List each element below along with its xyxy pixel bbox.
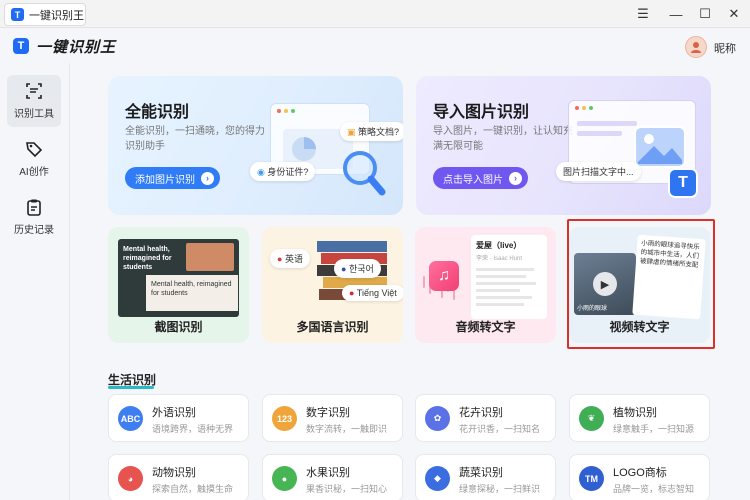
button-label: 添加图片识别	[135, 174, 195, 186]
sidebar-item-label: AI创作	[19, 167, 49, 178]
lang-tag-english: ● 英语	[270, 249, 310, 268]
tool-name: 花卉识别	[459, 407, 503, 419]
tool-vegetable[interactable]: ◆ 蔬菜识别 绿意探秘，一扫鲜识	[415, 454, 556, 500]
title-bar: T 一键识别王 ☰ — ☐ ✕	[0, 0, 750, 28]
tool-desc: 数字流转，一触即识	[306, 424, 388, 434]
app-title: 一键识别王	[36, 39, 117, 56]
tool-name: 外语识别	[152, 407, 196, 419]
doc-hint-pill: ▣ 策略文档?	[340, 122, 403, 141]
pie-chart-icon	[292, 137, 316, 161]
lyrics-sheet: 爱屋（live） 李荣 · Isaac Hunt	[471, 235, 547, 319]
all-purpose-recognition-card[interactable]: 全能识别 全能识别，一扫通晓，您的得力识别助手 添加图片识别 › ▣ 策略文档?…	[108, 76, 403, 215]
card-title: 导入图片识别	[433, 104, 530, 121]
tool-foreign-language[interactable]: ABC 外语识别 语境跨界，语种无界	[108, 394, 249, 442]
tool-name: 植物识别	[613, 407, 657, 419]
fruit-icon: ●	[272, 466, 297, 491]
tool-name: 蔬菜识别	[459, 467, 503, 479]
main-content: 全能识别 全能识别，一扫通晓，您的得力识别助手 添加图片识别 › ▣ 策略文档?…	[70, 63, 750, 500]
image-icon	[634, 126, 686, 168]
vegetable-icon: ◆	[425, 466, 450, 491]
tool-desc: 语境跨界，语种无界	[152, 424, 234, 434]
app-logo-icon: T	[13, 38, 29, 54]
selection-highlight	[567, 219, 715, 349]
flower-icon: ✿	[425, 406, 450, 431]
scanning-hint-pill: 图片扫描文字中...	[556, 162, 641, 181]
app-logo-icon: T	[11, 8, 24, 21]
tool-desc: 探索自然，触摸生命	[152, 484, 234, 494]
tool-flower[interactable]: ✿ 花卉识别 花开识香，一扫知名	[415, 394, 556, 442]
tool-animal[interactable]: ◕ 动物识别 探索自然，触摸生命	[108, 454, 249, 500]
card-desc: 全能识别，一扫通晓，您的得力识别助手	[125, 126, 265, 152]
tool-fruit[interactable]: ● 水果识别 果香识秘，一扫知心	[262, 454, 403, 500]
scan-icon	[26, 83, 42, 99]
tag-icon	[26, 142, 43, 158]
arrow-right-icon: ›	[509, 171, 522, 185]
card-label: 多国语言识别	[296, 320, 369, 334]
tool-name: 动物识别	[152, 467, 196, 479]
magnifier-icon	[343, 151, 386, 196]
menu-button[interactable]: ☰	[628, 0, 658, 28]
multilingual-recognition-card[interactable]: ● 英语 ● 한국어 ● Tiếng Việt 多国语言识别	[262, 227, 403, 343]
clipboard-icon	[27, 199, 41, 216]
sidebar-item-history[interactable]: 历史记录	[7, 191, 61, 243]
sidebar-item-label: 识别工具	[14, 109, 54, 120]
tool-logo-trademark[interactable]: TM LOGO商标 品牌一览，标志智知	[569, 454, 710, 500]
lang-tag-vietnamese: ● Tiếng Việt	[342, 285, 403, 301]
tool-desc: 果香识秘，一扫知心	[306, 484, 388, 494]
nickname[interactable]: 昵称	[714, 40, 736, 56]
tool-plant[interactable]: ❦ 植物识别 绿意触手，一扫知源	[569, 394, 710, 442]
card-label: 截图识别	[154, 320, 203, 334]
close-icon: ✕	[728, 6, 740, 21]
app-header: T 一键识别王 昵称	[0, 28, 750, 63]
tool-name: LOGO商标	[613, 467, 667, 479]
tool-desc: 绿意探秘，一扫鲜识	[459, 484, 541, 494]
section-underline	[108, 386, 154, 389]
card-label: 音频转文字	[455, 320, 516, 334]
number-icon: 123	[272, 406, 297, 431]
tool-desc: 品牌一览，标志智知	[613, 484, 695, 494]
sidebar-item-ai-create[interactable]: AI创作	[7, 133, 61, 185]
tool-desc: 花开识香，一扫知名	[459, 424, 541, 434]
sidebar-item-label: 历史记录	[14, 225, 54, 236]
screenshot-recognition-card[interactable]: Mental health, reimagined for students M…	[108, 227, 249, 343]
id-card-hint-pill: ◉ 身份证件?	[250, 162, 316, 181]
sidebar: 识别工具 AI创作 历史记录	[0, 63, 70, 500]
screenshot-preview: Mental health, reimagined for students M…	[118, 239, 239, 317]
import-image-recognition-card[interactable]: 导入图片识别 导入图片，一键识别，让认知充满无限可能 点击导入图片 › T 图片…	[416, 76, 711, 215]
user-avatar-icon	[691, 42, 701, 53]
close-button[interactable]: ✕	[719, 0, 749, 28]
window-tab[interactable]: T 一键识别王	[4, 3, 86, 26]
add-image-recognition-button[interactable]: 添加图片识别 ›	[125, 167, 220, 189]
minimize-button[interactable]: —	[661, 0, 691, 28]
animal-icon: ◕	[118, 466, 143, 491]
trademark-icon: TM	[579, 466, 604, 491]
arrow-right-icon: ›	[201, 171, 214, 185]
maximize-icon: ☐	[699, 6, 711, 21]
avatar[interactable]	[685, 36, 707, 58]
window-tab-title: 一键识别王	[29, 9, 84, 22]
audio-to-text-card[interactable]: ♫ 爱屋（live） 李荣 · Isaac Hunt 音频转文字	[415, 227, 556, 343]
tool-number[interactable]: 123 数字识别 数字流转，一触即识	[262, 394, 403, 442]
music-note-icon: ♫	[429, 261, 459, 291]
tool-name: 水果识别	[306, 467, 350, 479]
card-desc: 导入图片，一键识别，让认知充满无限可能	[433, 126, 573, 152]
leaf-icon: ❦	[579, 406, 604, 431]
lang-tag-korean: ● 한국어	[334, 259, 381, 278]
tool-desc: 绿意触手，一扫知源	[613, 424, 695, 434]
button-label: 点击导入图片	[443, 174, 503, 186]
text-recognize-icon: T	[668, 168, 698, 198]
sidebar-item-recognition-tools[interactable]: 识别工具	[7, 75, 61, 127]
abc-icon: ABC	[118, 406, 143, 431]
card-title: 全能识别	[125, 104, 190, 121]
maximize-button[interactable]: ☐	[690, 0, 720, 28]
menu-icon: ☰	[637, 6, 649, 21]
minimize-icon: —	[669, 6, 683, 22]
import-image-button[interactable]: 点击导入图片 ›	[433, 167, 528, 189]
tool-name: 数字识别	[306, 407, 350, 419]
